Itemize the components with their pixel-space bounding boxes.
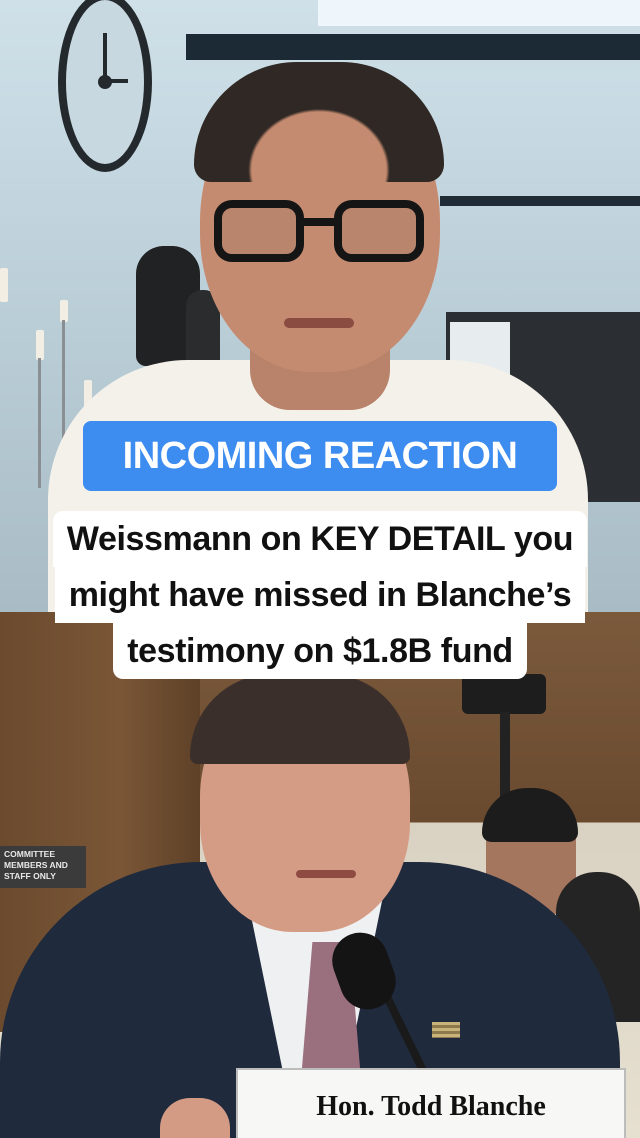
candle [0, 268, 8, 302]
ceiling-beam [186, 34, 640, 60]
wall-shelf [440, 196, 640, 206]
bottom-video-frame: COMMITTEE MEMBERS AND STAFF ONLY Hon. To… [0, 612, 640, 1138]
clock-center [98, 75, 112, 89]
candle [60, 300, 68, 322]
caption-line: Weissmann on KEY DETAIL you [52, 511, 588, 567]
witness-hair [190, 674, 410, 764]
glasses-lens [334, 200, 424, 262]
committee-sign: COMMITTEE MEMBERS AND STAFF ONLY [0, 846, 86, 888]
headline-caption: Weissmann on KEY DETAIL you might have m… [30, 511, 610, 679]
caption-line: might have missed in Blanche’s [54, 567, 586, 623]
video-camera-icon [462, 674, 546, 714]
committee-sign-line: STAFF ONLY [4, 871, 56, 881]
candle [36, 330, 44, 360]
wall-clock-icon [58, 0, 152, 172]
eyeglasses-icon [214, 200, 424, 266]
witness-mouth [296, 870, 356, 878]
candle-holder [38, 358, 41, 488]
nameplate: Hon. Todd Blanche [236, 1068, 626, 1138]
glasses-bridge [302, 218, 336, 226]
flag-pin-icon [432, 1022, 460, 1038]
background-person-hair [482, 788, 578, 842]
speaker-mouth [284, 318, 354, 328]
committee-sign-line: MEMBERS AND [4, 860, 68, 870]
glasses-lens [214, 200, 304, 262]
committee-sign-line: COMMITTEE [4, 849, 55, 859]
incoming-reaction-banner: INCOMING REACTION [83, 421, 557, 491]
speaker-hair [194, 62, 444, 182]
skylight [318, 0, 640, 26]
caption-line: testimony on $1.8B fund [113, 623, 527, 679]
